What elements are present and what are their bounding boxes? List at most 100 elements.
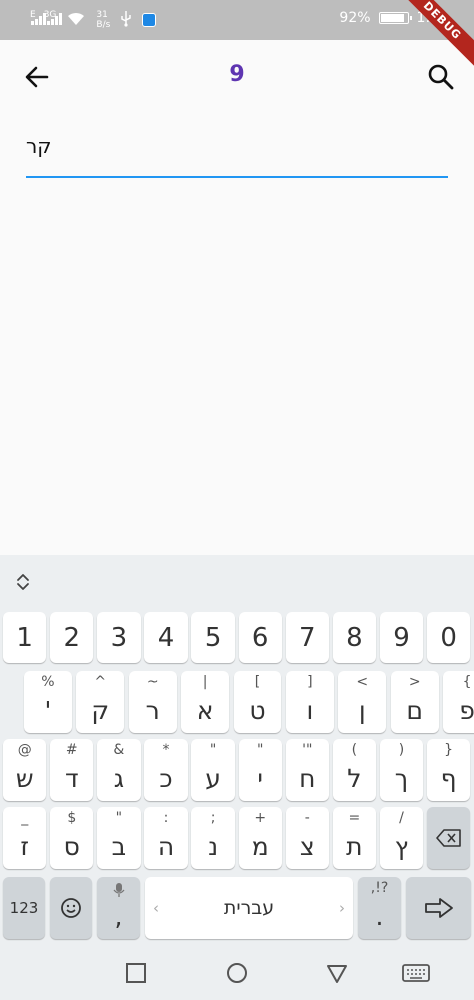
comma-key[interactable]: , [97, 877, 140, 939]
key-letter[interactable]: = ת [332, 807, 377, 869]
key-digit-0[interactable]: 0 [426, 612, 471, 663]
key-letter[interactable]: ~ ר [128, 671, 177, 733]
recent-apps-button[interactable] [125, 962, 147, 984]
keyboard-expand-toggle[interactable] [12, 571, 34, 593]
key-label: ט [249, 695, 266, 725]
square-icon [126, 963, 146, 983]
backspace-button[interactable] [426, 807, 471, 869]
key-letter[interactable]: # ד [50, 739, 94, 801]
key-letter[interactable]: " י [238, 739, 282, 801]
key-letter[interactable]: ) ך [379, 739, 424, 801]
key-letter[interactable]: % ' [24, 671, 72, 733]
key-letter[interactable]: ] ו [286, 671, 334, 733]
key-digit-3[interactable]: 3 [97, 612, 141, 663]
key-label: מ [251, 831, 269, 861]
key-label: 6 [251, 622, 269, 653]
shield-icon [142, 13, 157, 27]
key-hint: ; [210, 810, 216, 826]
key-label: 4 [157, 622, 175, 653]
key-digit-8[interactable]: 8 [332, 612, 377, 663]
key-label: ע [205, 763, 221, 793]
key-letter[interactable]: [ט [233, 671, 282, 733]
key-hint: '" [302, 742, 313, 758]
key-letter[interactable]: > ם [390, 671, 439, 733]
search-input-value: קר [26, 134, 52, 158]
key-label: ל [347, 763, 362, 793]
period-key[interactable]: ,!?. [358, 877, 401, 939]
symbols-button[interactable]: 123 [3, 877, 45, 939]
back-nav-button[interactable] [326, 962, 348, 984]
space-bar[interactable]: עברית ‹ › [145, 877, 353, 939]
key-letter[interactable]: '" ח [285, 739, 329, 801]
key-letter[interactable]: @ ש [3, 739, 47, 801]
keyboard-switch-button[interactable] [402, 962, 430, 984]
key-hint: + [254, 810, 267, 826]
key-letter[interactable]: {פ [443, 671, 474, 733]
key-hint: * [162, 742, 170, 758]
key-hint: / [399, 810, 404, 826]
microphone-icon [113, 883, 125, 897]
key-letter[interactable]: / ץ [379, 807, 424, 869]
key-hint: " [209, 742, 217, 758]
key-label: 0 [440, 622, 457, 653]
key-digit-7[interactable]: 7 [285, 612, 329, 663]
key-letter[interactable]: :ה [144, 807, 188, 869]
key-digit-9[interactable]: 9 [379, 612, 424, 663]
search-icon [428, 64, 454, 90]
key-label: ץ [394, 831, 409, 861]
key-label: י [257, 763, 263, 793]
key-label: ' [44, 695, 52, 725]
keyboard-toolbar [0, 555, 474, 608]
navigation-bar [0, 946, 474, 1000]
keyboard: 1 2 3 4 5 6 7 8 9 0% ' ^ ק ~ ר | א[ט] ו < ן > ם{פ @ ש # ד & ג * כ " ע " י… [0, 555, 474, 946]
key-label: ש [15, 763, 34, 793]
battery-icon [378, 12, 412, 24]
enter-button[interactable] [406, 877, 471, 939]
app-bar: 9 [0, 40, 474, 112]
key-hint: } [444, 742, 454, 758]
key-letter[interactable]: < ן [338, 671, 387, 733]
key-letter[interactable]: } ף [426, 739, 471, 801]
speed-value: 31 [96, 10, 108, 20]
key-letter[interactable]: " ב [97, 807, 141, 869]
key-label: א [196, 695, 214, 725]
key-label: ת [346, 831, 363, 861]
key-letter[interactable]: " ע [191, 739, 235, 801]
key-label: ך [394, 763, 409, 793]
key-letter[interactable]: ; נ [191, 807, 235, 869]
key-label: 7 [299, 622, 316, 653]
key-letter[interactable]: ^ ק [76, 671, 125, 733]
key-label: . [375, 901, 384, 931]
search-button[interactable] [424, 60, 458, 94]
key-hint: | [202, 674, 208, 690]
key-letter[interactable]: $ ס [50, 807, 94, 869]
key-letter[interactable]: & ג [97, 739, 141, 801]
key-label: ז [20, 831, 30, 861]
network2-label: 3G [43, 10, 57, 20]
chevron-left-icon: ‹ [153, 899, 159, 917]
enter-icon [424, 898, 453, 918]
backspace-icon [435, 829, 461, 847]
key-hint: ( [351, 742, 358, 758]
key-label: ף [440, 763, 457, 793]
key-letter[interactable]: -צ [285, 807, 329, 869]
key-letter[interactable]: _ ז [3, 807, 47, 869]
home-button[interactable] [226, 962, 248, 984]
search-input[interactable]: קר [26, 130, 448, 178]
key-letter[interactable]: * כ [144, 739, 188, 801]
key-digit-2[interactable]: 2 [50, 612, 94, 663]
key-label: ן [358, 695, 366, 725]
key-digit-4[interactable]: 4 [144, 612, 188, 663]
key-hint: : [163, 810, 169, 826]
key-hint: - [304, 810, 310, 826]
key-letter[interactable]: (ל [332, 739, 377, 801]
emoji-button[interactable] [50, 877, 92, 939]
key-letter[interactable]: + מ [238, 807, 282, 869]
key-digit-1[interactable]: 1 [3, 612, 47, 663]
key-digit-6[interactable]: 6 [238, 612, 282, 663]
network-label: E [30, 10, 36, 20]
page-title: 9 [229, 62, 245, 87]
key-digit-5[interactable]: 5 [191, 612, 235, 663]
key-letter[interactable]: | א [181, 671, 229, 733]
key-hint: ^ [94, 674, 107, 690]
